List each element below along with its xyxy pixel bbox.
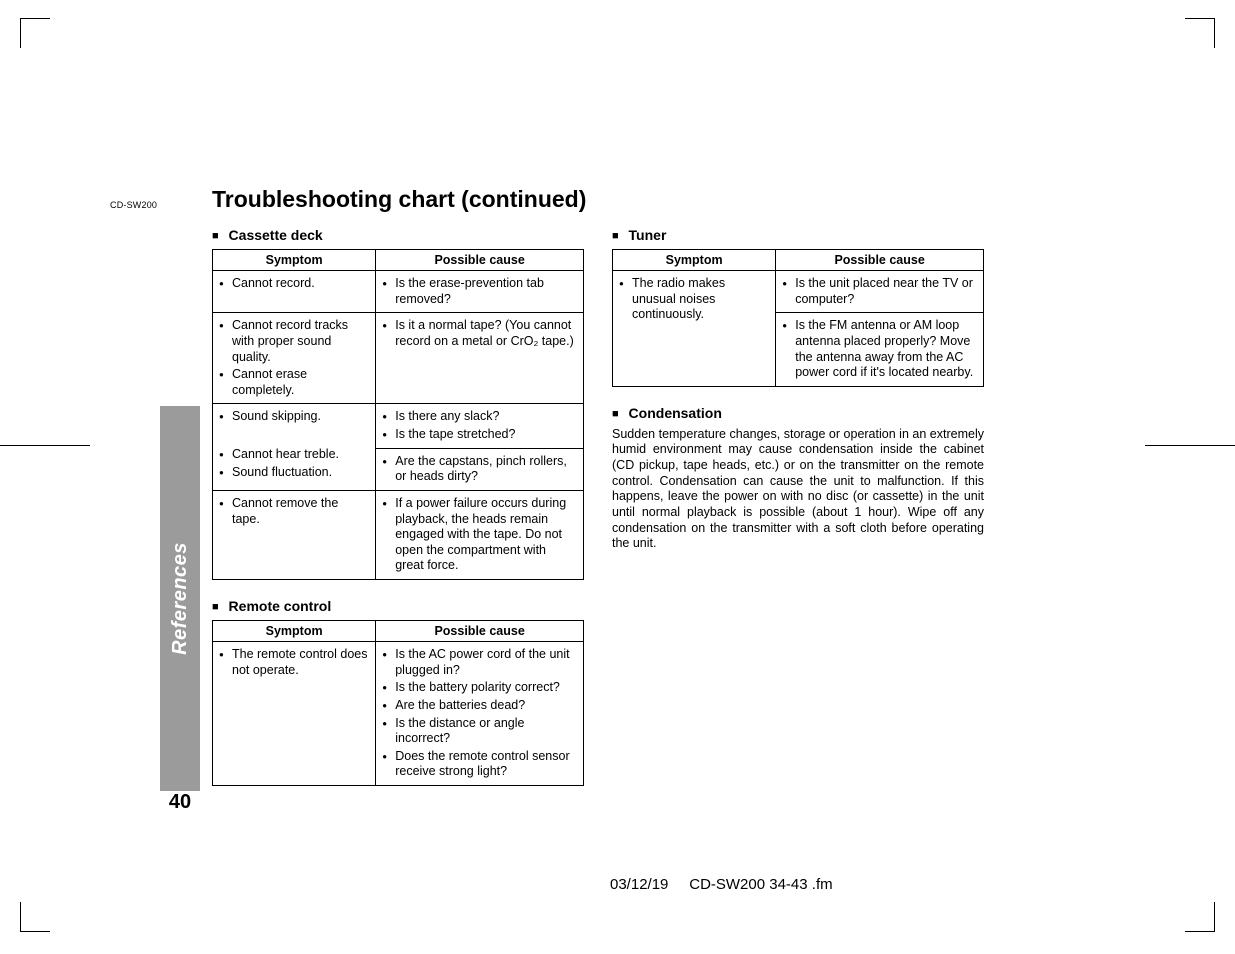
symptom: Cannot hear treble. [219, 447, 369, 463]
section-title: Remote control [229, 598, 332, 614]
section-title: Cassette deck [229, 227, 323, 243]
cause: Is the FM antenna or AM loop antenna pla… [782, 318, 977, 381]
square-icon: ■ [212, 230, 219, 242]
table-row: Cannot record tracks with proper sound q… [213, 313, 584, 404]
cause: Is there any slack? [382, 409, 577, 425]
cause: Is the AC power cord of the unit plugged… [382, 647, 577, 678]
square-icon: ■ [612, 230, 619, 242]
col-cause: Possible cause [776, 250, 984, 271]
condensation-text: Sudden temperature changes, storage or o… [612, 427, 984, 552]
symptom: Sound fluctuation. [219, 465, 369, 481]
page-title: Troubleshooting chart (continued) [212, 186, 1122, 213]
crop-mark [1185, 902, 1215, 932]
table-row: The remote control does not operate. Is … [213, 642, 584, 786]
cause: Are the capstans, pinch rollers, or head… [382, 454, 577, 485]
table-header-row: Symptom Possible cause [213, 250, 584, 271]
footer: 03/12/19 CD-SW200 34-43 .fm [610, 876, 833, 893]
cause: Is the distance or angle incorrect? [382, 716, 577, 747]
crop-mark [20, 902, 50, 932]
model-code: CD-SW200 [110, 200, 157, 210]
cassette-table: Symptom Possible cause Cannot record. Is… [212, 249, 584, 580]
cause: Is the tape stretched? [382, 427, 577, 443]
square-icon: ■ [612, 408, 619, 420]
symptom: Sound skipping. [219, 409, 369, 425]
footer-file: CD-SW200 34-43 .fm [689, 876, 832, 893]
section-tuner-head: ■ Tuner [612, 227, 984, 243]
crop-mark [20, 18, 50, 48]
section-remote-head: ■ Remote control [212, 598, 584, 614]
trim-rule [0, 445, 90, 446]
cause: Does the remote control sensor receive s… [382, 749, 577, 780]
symptom: The remote control does not operate. [219, 647, 369, 678]
section-title: Tuner [629, 227, 667, 243]
cause: Is the battery polarity correct? [382, 680, 577, 696]
page-body: CD-SW200 Troubleshooting chart (continue… [112, 186, 1122, 786]
remote-table: Symptom Possible cause The remote contro… [212, 620, 584, 786]
table-row: Sound skipping. Cannot hear treble. Soun… [213, 404, 584, 448]
right-column: ■ Tuner Symptom Possible cause The radio… [612, 223, 984, 786]
trim-rule [1145, 445, 1235, 446]
footer-date: 03/12/19 [610, 876, 668, 893]
left-column: ■ Cassette deck Symptom Possible cause C… [212, 223, 584, 786]
table-row: Cannot remove the tape. If a power failu… [213, 490, 584, 579]
cause: Is it a normal tape? (You cannot record … [382, 318, 577, 349]
section-cassette-head: ■ Cassette deck [212, 227, 584, 243]
symptom: Cannot record. [219, 276, 369, 292]
col-symptom: Symptom [213, 250, 376, 271]
symptom: The radio makes unusual noises continuou… [619, 276, 769, 323]
section-title: Condensation [629, 405, 722, 421]
cause: Is the erase-prevention tab removed? [382, 276, 577, 307]
section-condensation-head: ■ Condensation [612, 405, 984, 421]
table-row: The radio makes unusual noises continuou… [613, 271, 984, 313]
symptom: Cannot remove the tape. [219, 496, 369, 527]
col-cause: Possible cause [376, 621, 584, 642]
col-symptom: Symptom [213, 621, 376, 642]
page-number: 40 [160, 791, 200, 814]
table-header-row: Symptom Possible cause [213, 621, 584, 642]
symptom: Cannot erase completely. [219, 367, 369, 398]
symptom: Cannot record tracks with proper sound q… [219, 318, 369, 365]
cause: Is the unit placed near the TV or comput… [782, 276, 977, 307]
col-cause: Possible cause [376, 250, 584, 271]
cause: Are the batteries dead? [382, 698, 577, 714]
table-row: Cannot record. Is the erase-prevention t… [213, 271, 584, 313]
crop-mark [1185, 18, 1215, 48]
col-symptom: Symptom [613, 250, 776, 271]
tuner-table: Symptom Possible cause The radio makes u… [612, 249, 984, 387]
cause: If a power failure occurs during playbac… [382, 496, 577, 574]
square-icon: ■ [212, 601, 219, 613]
table-header-row: Symptom Possible cause [613, 250, 984, 271]
